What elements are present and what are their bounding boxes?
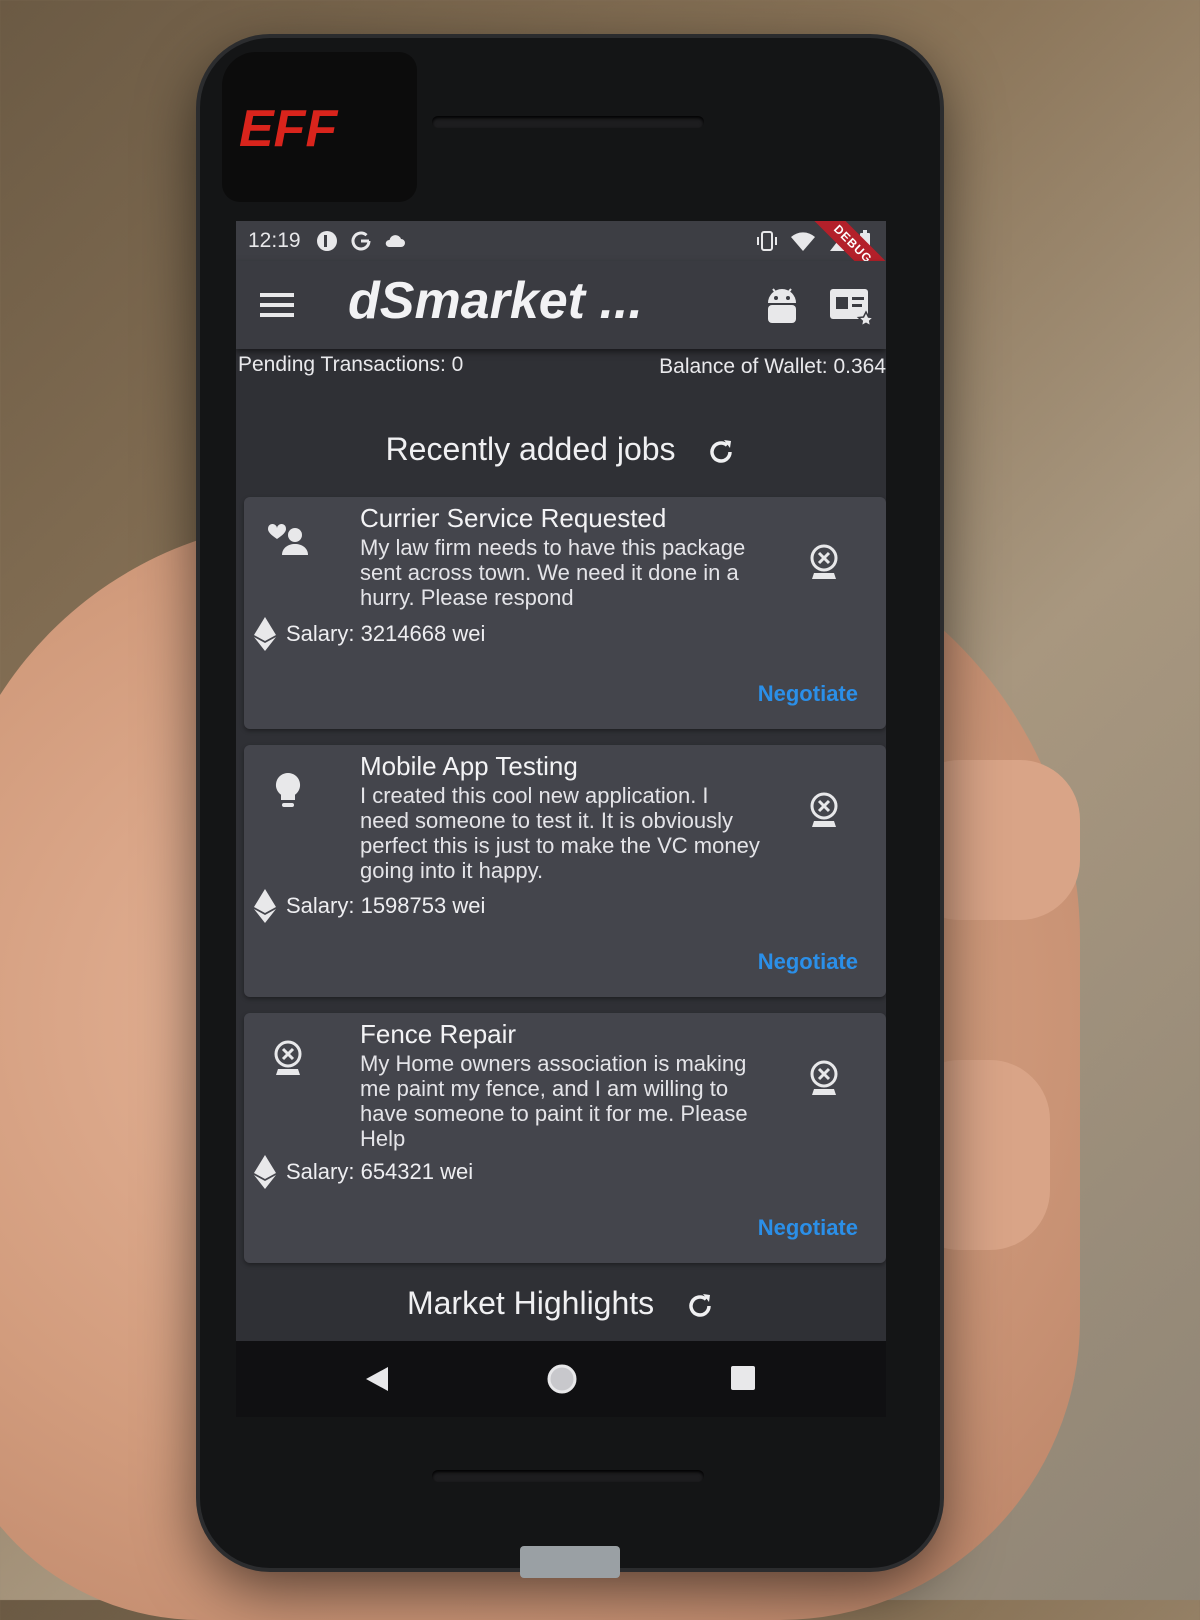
recent-jobs-header: Recently added jobs [236, 431, 886, 468]
job-card[interactable]: Fence Repair My Home owners association … [244, 1013, 886, 1263]
wallet-info: Pending Transactions: 0 Balance of Walle… [236, 349, 886, 383]
recents-icon[interactable] [730, 1365, 756, 1391]
market-highlights-title: Market Highlights [406, 1285, 655, 1321]
svg-text:EFF: EFF [239, 100, 338, 154]
earpiece-speaker [432, 116, 704, 128]
app-title: dSmarket ... [348, 272, 643, 330]
job-title: Mobile App Testing [360, 751, 578, 781]
pending-transactions: Pending Transactions: 0 [238, 353, 464, 376]
vibrate-icon [757, 231, 777, 251]
volunteer-activism-icon [267, 523, 308, 555]
ethereum-icon [254, 617, 276, 651]
navigation-bar [236, 1341, 886, 1417]
webcam-off-icon [274, 1040, 302, 1075]
app-screen: 12:19 DEBUG dSmarket ... Pending Transac… [236, 221, 886, 1341]
menu-icon[interactable] [260, 291, 296, 319]
wallet-balance: Balance of Wallet: 0.364 [659, 355, 886, 378]
job-description: My law firm needs to have this package s… [360, 535, 746, 610]
usb-cable [520, 1546, 620, 1578]
home-icon[interactable] [546, 1363, 578, 1395]
webcam-off-icon[interactable] [806, 1059, 842, 1097]
webcam-off-icon[interactable] [806, 791, 842, 829]
job-salary: Salary: 1598753 wei [254, 889, 485, 923]
eff-sticker: EFF [222, 52, 417, 202]
status-bar: 12:19 DEBUG [236, 221, 886, 298]
job-salary: Salary: 3214668 wei [254, 617, 485, 651]
phone-device: EFF 12:19 DEBUG dSmarket ... Pending Tra… [200, 38, 940, 1578]
back-icon[interactable] [364, 1365, 390, 1393]
salary-text: Salary: 654321 wei [286, 1159, 474, 1184]
salary-text: Salary: 1598753 wei [286, 893, 486, 918]
job-title: Currier Service Requested [360, 503, 667, 533]
app-bar: dSmarket ... [236, 261, 886, 349]
negotiate-button[interactable]: Negotiate [758, 681, 858, 707]
ethereum-icon [254, 889, 276, 923]
bottom-speaker [432, 1470, 704, 1482]
status-time: 12:19 [248, 229, 301, 252]
job-description: I created this cool new application. I n… [360, 783, 760, 883]
wifi-icon [791, 232, 815, 251]
market-highlights-header: Market Highlights [236, 1285, 886, 1322]
job-card[interactable]: Mobile App Testing I created this cool n… [244, 745, 886, 997]
salary-text: Salary: 3214668 wei [286, 621, 486, 646]
job-title: Fence Repair [360, 1019, 517, 1049]
cloud-icon [385, 235, 405, 247]
negotiate-button[interactable]: Negotiate [758, 1215, 858, 1241]
id-card-icon[interactable] [828, 285, 874, 325]
webcam-off-icon[interactable] [806, 543, 842, 581]
recent-jobs-title: Recently added jobs [385, 431, 676, 467]
lightbulb-icon [275, 772, 301, 807]
job-card[interactable]: Currier Service Requested My law firm ne… [244, 497, 886, 729]
notification-icon [316, 231, 337, 251]
refresh-icon[interactable] [706, 437, 736, 467]
refresh-icon[interactable] [685, 1291, 715, 1321]
job-salary: Salary: 654321 wei [254, 1155, 473, 1189]
eff-logo: EFF [239, 100, 338, 154]
job-description: My Home owners association is making me … [360, 1051, 748, 1151]
ethereum-icon [254, 1155, 276, 1189]
android-icon[interactable] [762, 283, 802, 325]
negotiate-button[interactable]: Negotiate [758, 949, 858, 975]
google-icon [351, 231, 371, 251]
